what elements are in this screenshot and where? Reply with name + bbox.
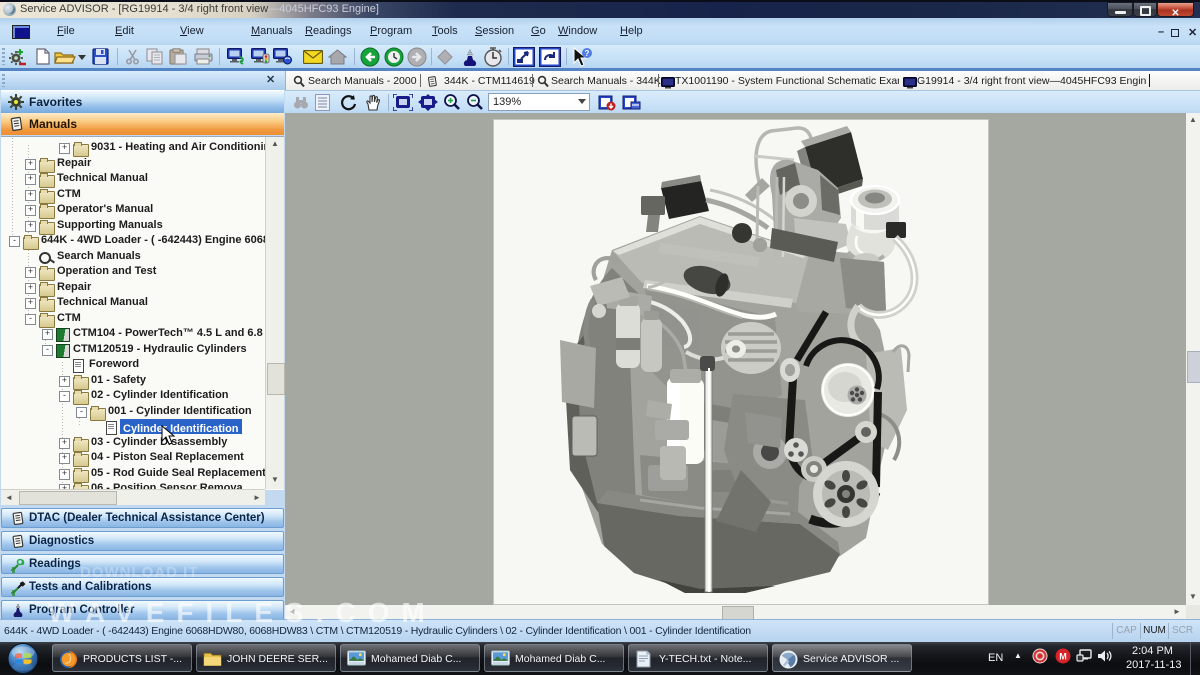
svg-text:M: M xyxy=(1059,652,1067,662)
svg-text:?: ? xyxy=(585,49,590,58)
